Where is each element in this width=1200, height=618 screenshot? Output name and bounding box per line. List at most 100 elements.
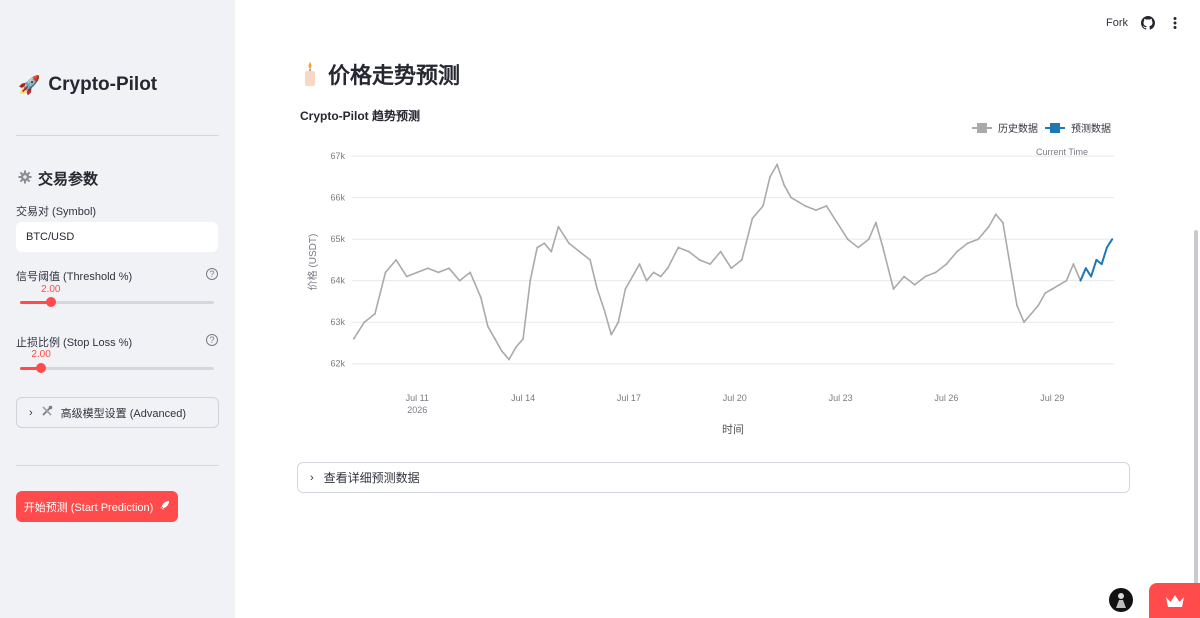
data-point [543,242,546,245]
data-point [1111,238,1114,241]
data-point [783,184,786,187]
sidebar: 🚀 Crypto-Pilot 交易参数 交易对 (Symbol) BTC/USD… [0,0,235,618]
data-point [790,196,793,199]
threshold-help-icon[interactable]: ? [206,268,218,280]
section-title: 交易参数 [18,168,98,189]
data-point [437,271,440,274]
data-point [1051,288,1054,290]
data-point [1106,246,1108,249]
data-point [458,279,461,282]
data-point [568,242,570,245]
threshold-slider-value: 2.00 [41,284,61,295]
data-point [797,200,800,203]
data-point [1016,304,1018,307]
x-axis-title: 时间 [722,423,744,436]
data-point [719,250,722,253]
gear-icon [18,170,32,188]
data-point [1079,279,1082,282]
data-point [688,250,690,253]
data-point [352,337,355,340]
data-point [659,275,662,278]
stoploss-slider[interactable] [20,363,214,373]
data-point [384,271,387,274]
data-point [1100,263,1103,265]
y-tick-label: 65k [330,234,345,244]
y-tick-label: 66k [330,193,345,203]
data-point [836,221,838,224]
chart-svg[interactable]: Crypto-Pilot 趋势预测 62k 63k 64k 65k 66k 67k Jul 1… [297,104,1129,444]
price-chart[interactable]: Crypto-Pilot 趋势预测 62k 63k 64k 65k 66k 67k Jul 1… [297,104,1129,444]
data-point [448,267,450,270]
data-point [596,288,599,290]
data-point [536,246,539,249]
y-tick-label: 63k [330,317,345,327]
data-point [1009,263,1011,265]
symbol-input[interactable]: BTC/USD [16,222,218,252]
prediction-details-expander[interactable]: › 查看详细预测数据 [297,462,1130,493]
rocket-icon [159,500,170,514]
data-point [677,246,680,249]
scrollbar[interactable] [1194,230,1198,600]
advanced-settings-expander[interactable]: › 高级模型设置 (Advanced) [16,397,219,428]
data-point [966,242,969,245]
data-point [603,308,606,311]
avatar[interactable] [1109,588,1133,612]
page-title-text: 价格走势预测 [328,63,461,88]
data-point [769,176,771,178]
data-point [486,325,489,328]
x-tick-label: Jul 23 [829,393,853,403]
data-point [1065,279,1068,282]
threshold-slider[interactable] [20,297,214,307]
fork-button[interactable]: Fork [1106,17,1128,29]
candle-icon [302,61,318,87]
chevron-right-icon: › [29,406,33,419]
more-menu-icon[interactable] [1170,16,1180,30]
stoploss-slider-thumb[interactable] [36,363,47,373]
data-point [1084,267,1087,270]
legend-swatch [977,123,987,133]
data-point [994,213,997,216]
prediction-details-label: 查看详细预测数据 [323,471,420,485]
data-point [624,288,627,290]
data-point [987,225,990,228]
data-point [956,250,958,253]
legend-label: 预测数据 [1071,122,1111,135]
data-point [1044,292,1047,295]
data-point [892,288,895,290]
data-point [1023,321,1025,324]
y-axis-title: 价格 (USDT) [306,234,319,291]
x-tick-label: Jul 11 [406,393,429,403]
data-point [882,246,884,249]
app-title-text: Crypto-Pilot [48,74,158,95]
data-point [631,275,634,278]
threshold-label: 信号阈值 (Threshold %) [16,271,133,283]
page-title: 价格走势预测 [302,58,460,90]
chevron-right-icon: › [310,471,314,484]
data-point [550,250,553,253]
data-point [762,205,764,207]
legend-label: 历史数据 [998,122,1038,135]
streamlit-crown-button[interactable] [1149,583,1200,618]
legend-swatch [1050,123,1060,133]
rocket-icon: 🚀 [18,74,41,95]
data-point [846,238,849,241]
x-tick-label: Jul 29 [1040,393,1064,403]
data-point [638,263,641,265]
x-tick-label: Jul 14 [511,393,535,403]
github-icon[interactable] [1141,16,1156,30]
data-point [405,275,408,278]
data-point [776,163,778,166]
data-point [557,225,560,228]
x-tick-label: Jul 20 [723,393,747,403]
data-point [934,271,937,274]
data-point [479,296,482,299]
data-point [522,337,524,340]
data-point [374,312,376,315]
data-point [508,358,510,361]
data-point [1037,304,1040,307]
threshold-slider-thumb[interactable] [46,297,57,307]
stoploss-help-icon[interactable]: ? [206,334,218,346]
start-prediction-button[interactable]: 开始预测 (Start Prediction) [16,491,178,522]
data-point [617,321,620,324]
data-point [867,238,870,241]
